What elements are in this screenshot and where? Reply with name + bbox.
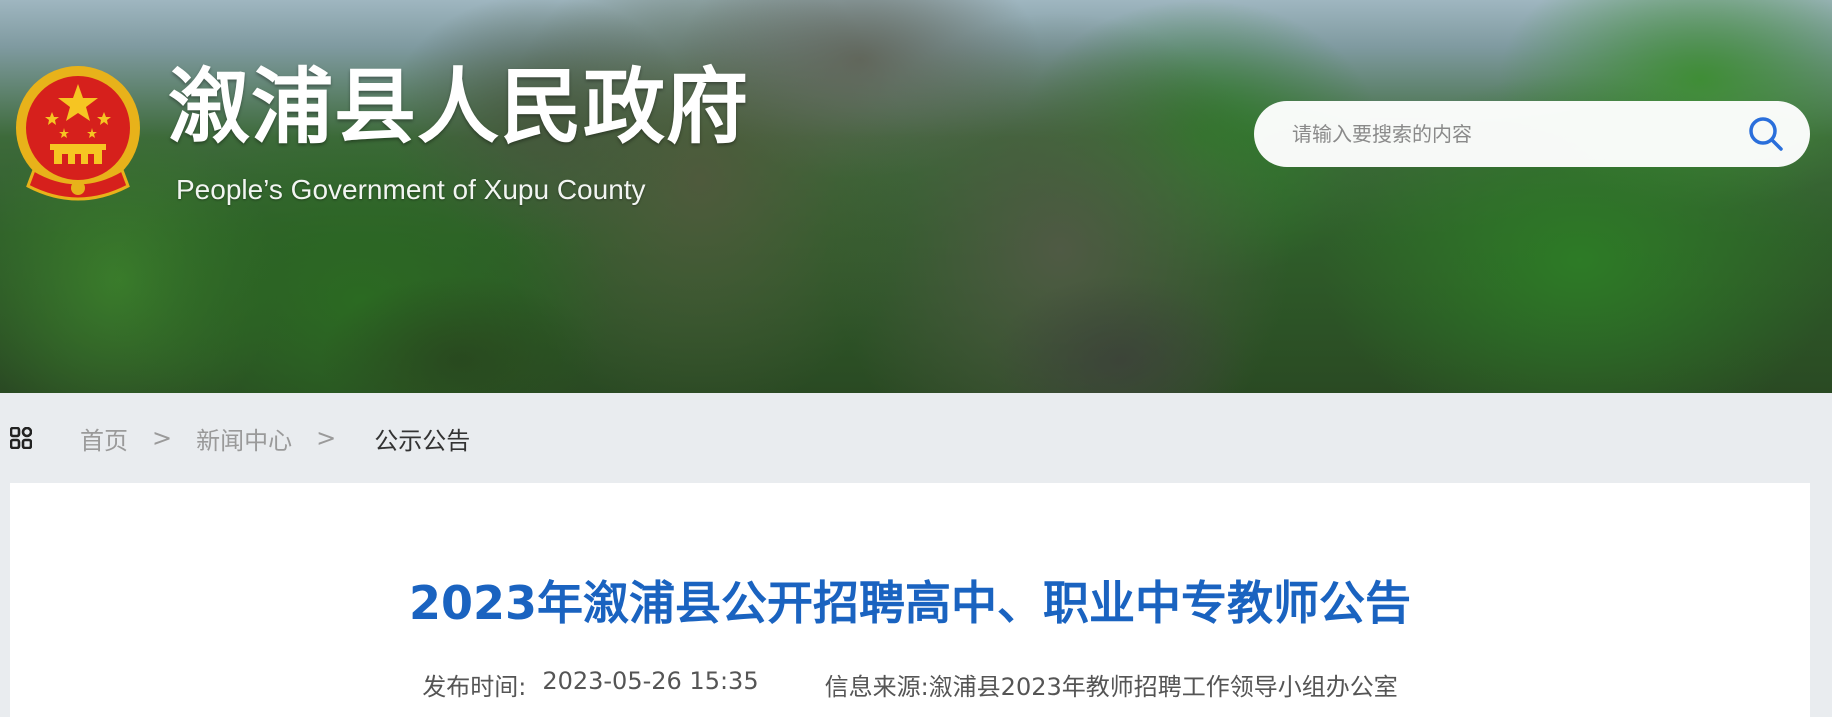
search-icon <box>1749 117 1783 151</box>
search-input[interactable] <box>1292 114 1712 154</box>
site-title: 溆浦县人民政府 <box>168 60 750 155</box>
grid-menu-icon <box>10 427 32 449</box>
article-meta: 发布时间: 2023-05-26 15:35 信息来源: 溆浦县2023年教师招… <box>10 667 1810 702</box>
article-card: 2023年溆浦县公开招聘高中、职业中专教师公告 发布时间: 2023-05-26… <box>10 483 1810 717</box>
source-label: 信息来源: <box>824 673 929 701</box>
national-emblem-icon <box>10 62 146 204</box>
publish-time-label: 发布时间: <box>422 673 527 701</box>
article-title: 2023年溆浦县公开招聘高中、职业中专教师公告 <box>408 576 1412 630</box>
source-info: 信息来源: 溆浦县2023年教师招聘工作领导小组办公室 <box>825 667 1398 702</box>
breadcrumb-home-link[interactable]: 首页 <box>80 421 128 456</box>
breadcrumb: 首页 > 新闻中心 > 公示公告 <box>0 393 1832 483</box>
breadcrumb-news-center-link[interactable]: 新闻中心 <box>196 421 292 456</box>
breadcrumb-separator: > <box>316 424 337 452</box>
breadcrumb-current: 公示公告 <box>374 426 471 455</box>
header-banner: 溆浦县人民政府 People’s Government of Xupu Coun… <box>0 0 1832 393</box>
publish-info: 发布时间: 2023-05-26 15:35 <box>422 667 758 702</box>
site-subtitle: People’s Government of Xupu County <box>176 174 646 205</box>
breadcrumb-separator: > <box>152 424 173 452</box>
publish-time: 2023-05-26 15:35 <box>542 667 759 695</box>
source-value: 溆浦县2023年教师招聘工作领导小组办公室 <box>928 673 1398 701</box>
search-bar <box>1254 101 1810 167</box>
search-button[interactable] <box>1746 114 1786 154</box>
